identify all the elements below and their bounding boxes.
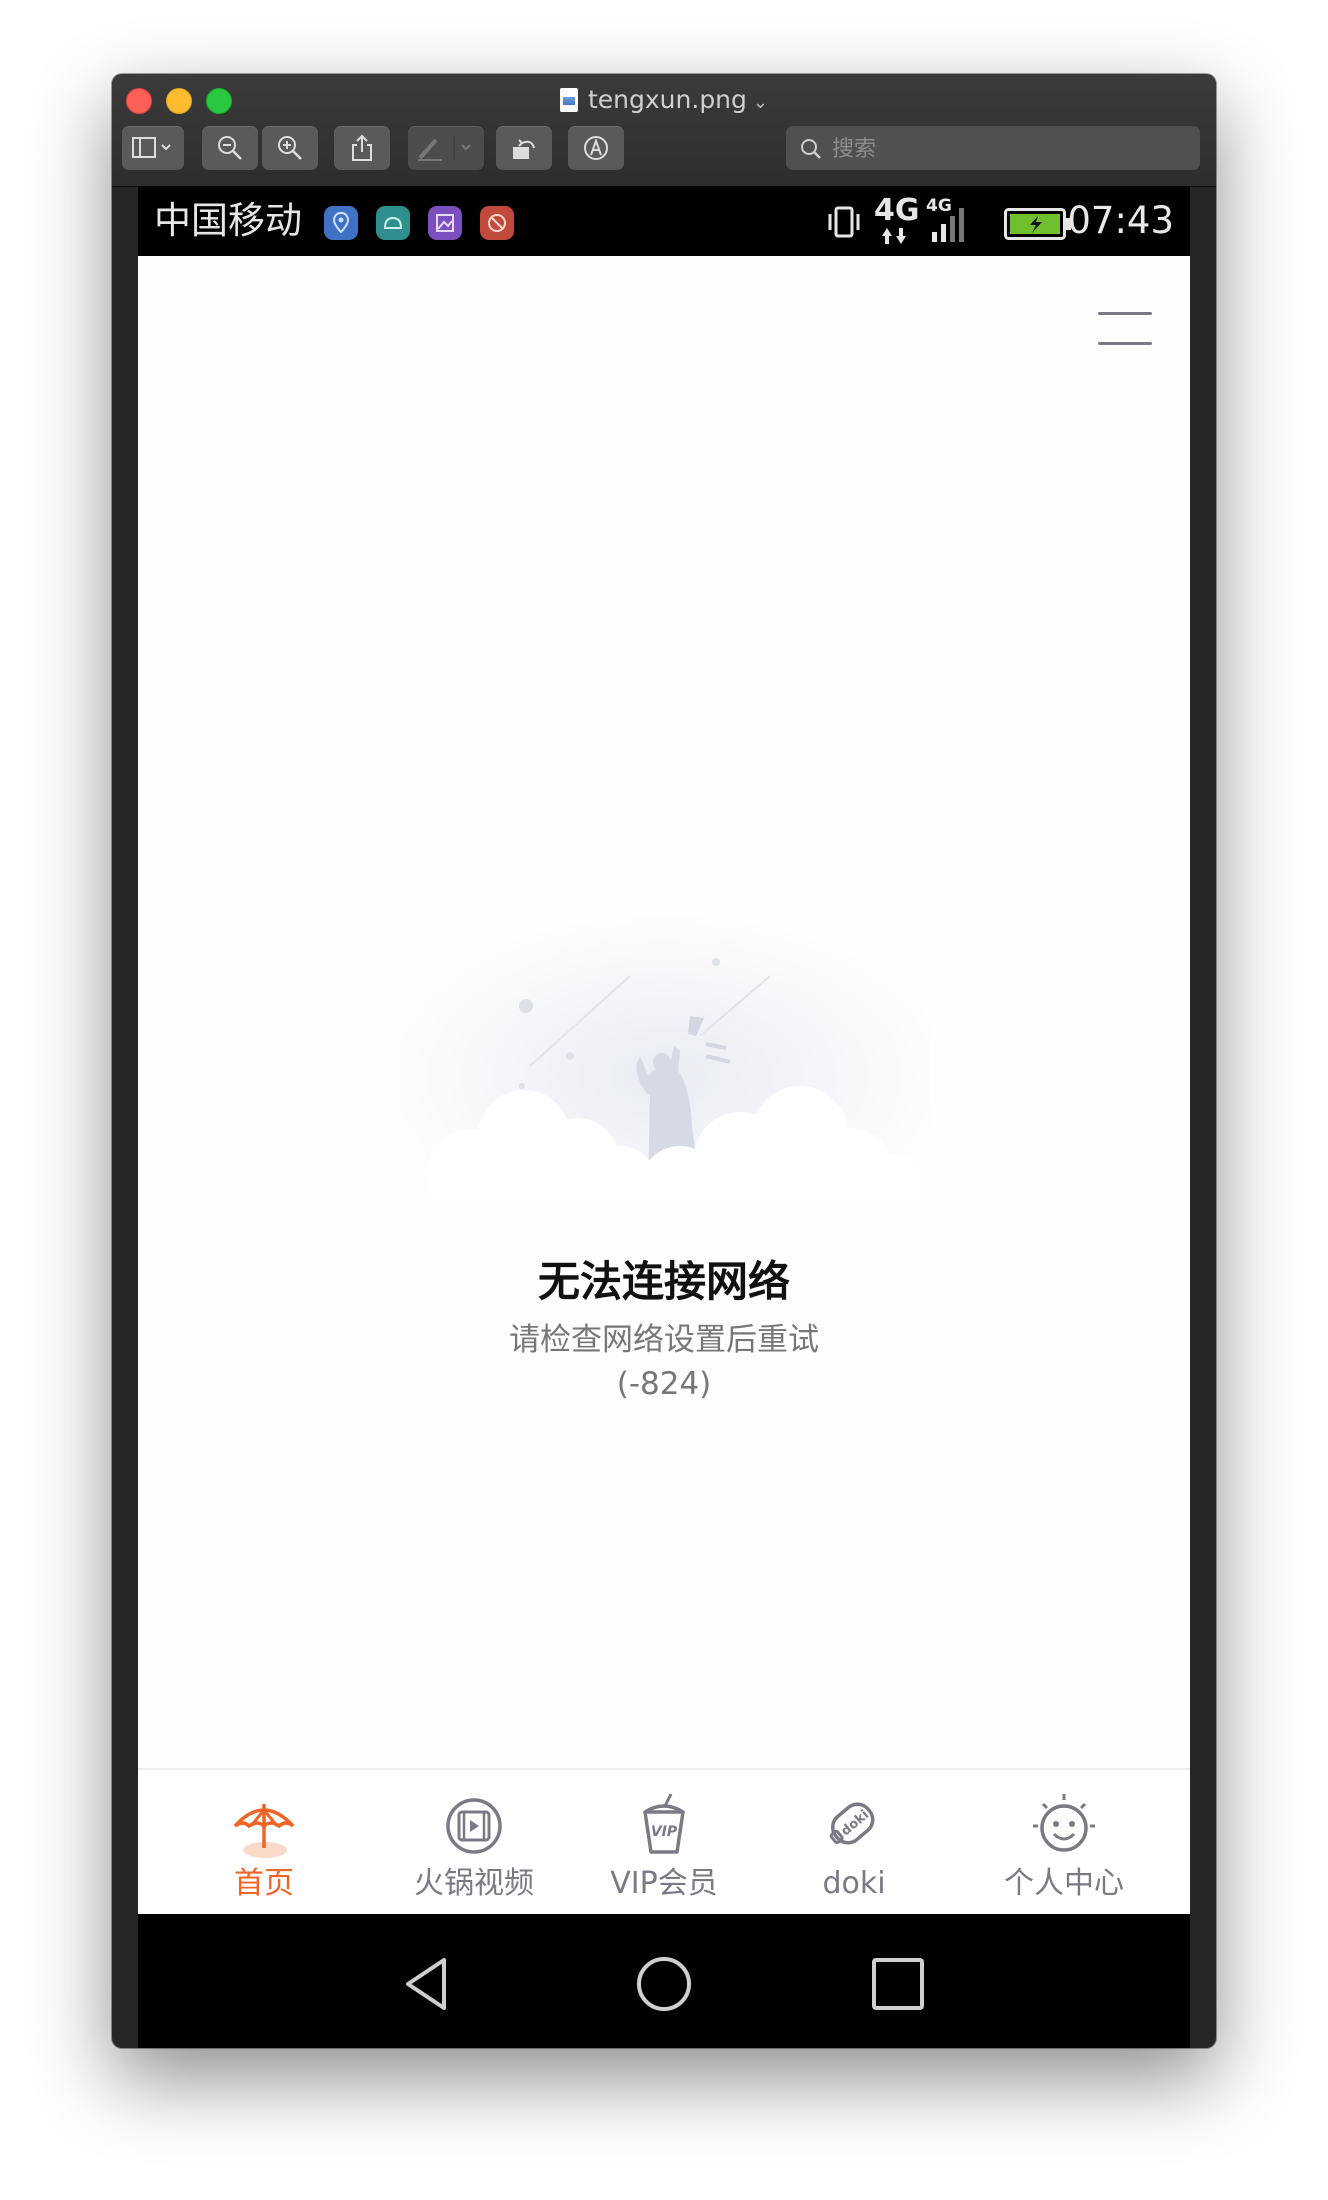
app-content: 无法连接网络 请检查网络设置后重试 (-824) [138,256,1190,1768]
tab-profile[interactable]: 个人中心 [959,1770,1169,1916]
tab-doki[interactable]: doki doki [749,1770,959,1916]
rotate-icon [513,139,535,159]
search-input[interactable] [830,132,1184,166]
svg-text:VIP: VIP [651,1824,678,1840]
zoom-out-button[interactable] [202,126,258,170]
tab-profile-label: 个人中心 [1004,1866,1124,1901]
android-nav-bar [138,1914,1190,2048]
vibrate-icon [828,206,860,238]
android-app-icon [376,206,410,240]
markup-icon [584,136,608,160]
status-bar: 中国移动 4G 4G 07:43 [138,186,1190,256]
search-icon [801,139,821,159]
rotate-button[interactable] [496,126,552,170]
film-icon [446,1798,502,1854]
doki-popsicle-icon: doki [829,1802,875,1845]
data-arrows-icon [882,228,906,244]
error-subtitle: 请检查网络设置后重试 [509,1322,819,1358]
tab-home-label: 首页 [234,1866,294,1901]
preview-window: tengxun.png ⌄ 搜索 中国移动 4G 4G 07:43 无法连接网络… [112,74,1216,2048]
tool-app-icon [480,206,514,240]
vip-cup-icon: VIP [643,1793,685,1854]
tab-vip[interactable]: VIP VIP会员 [559,1770,769,1916]
error-code: (-824) [616,1366,712,1402]
share-icon [352,134,372,161]
no-network-illustration [400,896,930,1196]
location-app-icon [324,206,358,240]
error-title: 无法连接网络 [537,1257,790,1306]
carrier-name: 中国移动 [154,199,302,242]
zoom-in-icon [278,136,302,160]
hamburger-menu-icon[interactable] [1098,312,1152,346]
tab-home[interactable]: 首页 [159,1770,369,1916]
zoom-in-button[interactable] [262,126,318,170]
signal-strength-icon [932,208,964,242]
title-bar: tengxun.png ⌄ [112,74,1216,187]
sidebar-icon [132,137,171,158]
status-clock: 07:43 [1067,199,1174,242]
markup-toolbar-button[interactable] [568,126,624,170]
search-field[interactable] [786,126,1200,170]
tab-hotpot-video-label: 火锅视频 [414,1866,534,1901]
png-file-icon [559,88,578,112]
back-triangle-icon[interactable] [400,1954,460,2014]
sidebar-toggle-button[interactable] [122,126,184,170]
document-title[interactable]: tengxun.png ⌄ [112,82,1216,121]
markup-pen-button[interactable] [408,126,484,170]
pen-icon [418,136,471,161]
tab-doki-label: doki [822,1866,886,1901]
umbrella-icon [233,1804,295,1858]
share-button[interactable] [334,126,390,170]
recents-square-icon[interactable] [868,1954,928,2014]
phone-screen: 中国移动 4G 4G 07:43 无法连接网络 请检查网络设置后重试 (-824… [138,186,1190,2048]
bottom-tab-bar: 首页 火锅视频 VIP VIP会员 doki doki 个人中心 [138,1768,1190,1916]
network-type-primary: 4G [874,193,920,228]
gallery-app-icon [428,206,462,240]
smiley-icon [1033,1794,1095,1852]
document-title-text: tengxun.png [587,85,747,114]
tab-vip-label: VIP会员 [610,1866,718,1901]
zoom-out-icon [218,136,242,160]
battery-charging-icon [1004,208,1071,240]
tab-hotpot-video[interactable]: 火锅视频 [369,1770,579,1916]
home-circle-icon[interactable] [634,1954,694,2014]
chevron-down-icon: ⌄ [752,92,768,113]
